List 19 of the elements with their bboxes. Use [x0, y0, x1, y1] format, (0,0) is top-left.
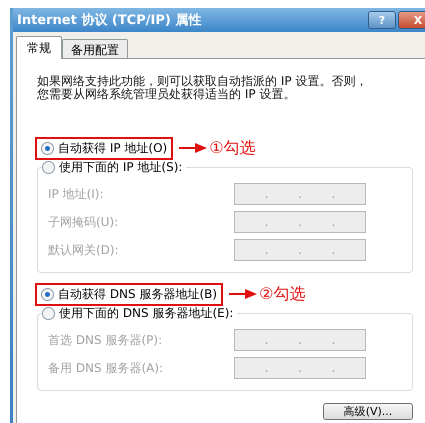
description-text: 您需要从网络系统管理员处获得适当的 IP 设置。 — [37, 88, 296, 101]
tab[interactable]: 备用配置 — [62, 39, 128, 58]
tab[interactable]: 常规 — [16, 36, 62, 59]
annotation-text: ②勾选 — [259, 284, 306, 304]
radio-button[interactable] — [42, 307, 55, 320]
advanced-button[interactable]: 高级(V)... — [323, 403, 413, 420]
window-title: Internet 协议 (TCP/IP) 属性 — [17, 12, 202, 29]
arrow-icon — [229, 289, 258, 299]
radio-button[interactable] — [42, 161, 55, 174]
annotation-text: ①勾选 — [209, 138, 256, 158]
field-label: 子网掩码(U): — [48, 214, 120, 230]
field-label: 默认网关(D): — [48, 242, 120, 258]
radio-button[interactable] — [41, 142, 54, 154]
field-label: 备用 DNS 服务器(A): — [48, 360, 164, 376]
arrow-icon — [179, 143, 208, 153]
radio-button[interactable] — [41, 288, 54, 300]
field-label: IP 地址(I): — [48, 186, 105, 202]
description-text: 如果网络支持此功能，则可以获取自动指派的 IP 设置。否则， — [37, 75, 368, 88]
field-label: 首选 DNS 服务器(P): — [48, 332, 164, 348]
